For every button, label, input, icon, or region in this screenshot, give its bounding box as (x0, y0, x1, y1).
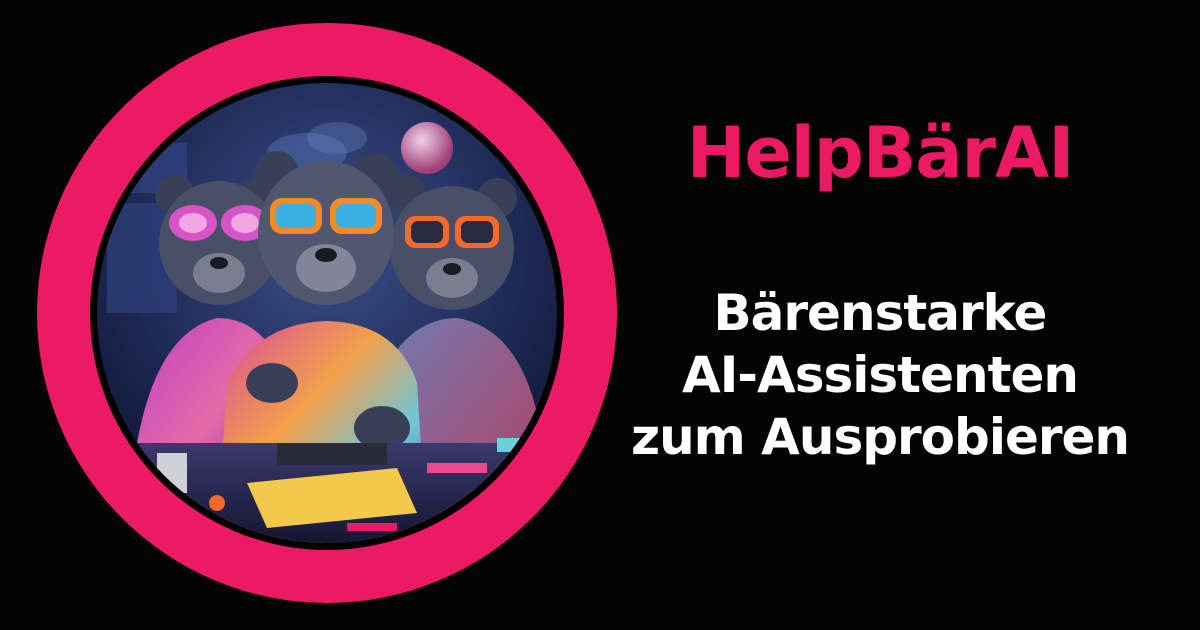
tagline-line-3: zum Ausprobieren (630, 408, 1130, 466)
bears-illustration (97, 83, 557, 543)
tagline: Bärenstarke AI-Assistenten zum Ausprobie… (590, 282, 1170, 468)
brand-title: HelpBärAI (686, 112, 1075, 194)
social-banner: HelpBärAI Bärenstarke AI-Assistenten zum… (0, 0, 1200, 630)
tagline-line-1: Bärenstarke (713, 284, 1048, 342)
tagline-line-2: AI-Assistenten (682, 346, 1079, 404)
